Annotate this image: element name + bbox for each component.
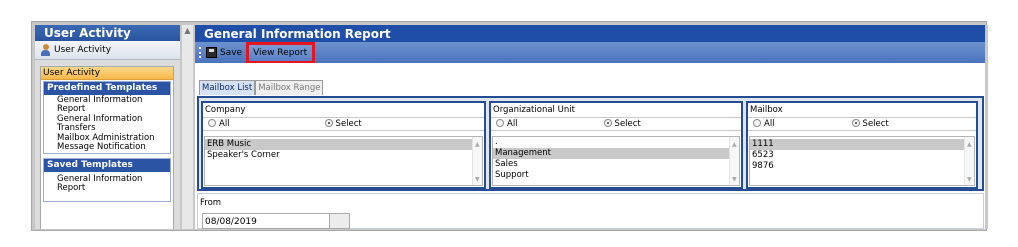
toolbar-grip-icon	[199, 47, 203, 58]
calendar-button[interactable]	[329, 213, 350, 229]
org-unit-box: Organizational Unit All Select . Managem…	[489, 101, 743, 189]
mailbox-radio-select-label: Select	[862, 119, 889, 129]
category-user-activity[interactable]: User Activity	[41, 67, 173, 80]
save-icon[interactable]	[206, 47, 217, 58]
mailbox-label: Mailbox	[750, 105, 783, 115]
toolbar: Save View Report	[195, 41, 985, 64]
tab-panel-mailbox-list: Company All Select ERB Music Speaker's C…	[197, 96, 984, 191]
user-activity-nav-label: User Activity	[54, 45, 112, 55]
radio-selected-icon[interactable]	[324, 119, 333, 127]
list-item[interactable]: ERB Music	[205, 139, 482, 150]
user-icon	[41, 44, 50, 56]
left-panel-title: User Activity	[35, 25, 180, 41]
company-box: Company All Select ERB Music Speaker's C…	[201, 101, 486, 189]
company-radio-all[interactable]: All	[208, 119, 230, 129]
scroll-down-icon[interactable]: ▼	[475, 176, 480, 183]
company-label: Company	[205, 105, 246, 115]
app-frame: User Activity User Activity User Activit…	[31, 21, 988, 231]
tab-mailbox-range[interactable]: Mailbox Range	[255, 80, 324, 95]
org-unit-list-scrollbar[interactable]: ▲ ▼	[729, 137, 739, 185]
save-button[interactable]: Save	[219, 48, 243, 58]
template-item[interactable]: General Information Report	[44, 95, 159, 114]
org-unit-radio-select[interactable]: Select	[603, 119, 641, 129]
list-item[interactable]: 9876	[750, 161, 974, 172]
mailbox-radio-all[interactable]: All	[753, 119, 775, 129]
list-item[interactable]: Sales	[493, 159, 739, 170]
org-unit-label: Organizational Unit	[493, 105, 575, 115]
company-list-scrollbar[interactable]: ▲ ▼	[472, 137, 482, 185]
template-tree: User Activity Predefined Templates Gener…	[40, 66, 174, 229]
scroll-down-icon[interactable]: ▼	[732, 176, 737, 183]
company-radio-all-label: All	[219, 119, 230, 129]
mailbox-radio-group: All Select	[748, 117, 976, 131]
list-item[interactable]: Speaker's Corner	[205, 150, 482, 161]
scroll-up-icon[interactable]: ▲	[475, 141, 480, 148]
org-unit-radio-all[interactable]: All	[496, 119, 518, 129]
company-listbox[interactable]: ERB Music Speaker's Corner ▲ ▼	[204, 136, 483, 186]
list-item[interactable]: 6523	[750, 150, 974, 161]
report-content: Mailbox List Mailbox Range Company All S…	[195, 63, 985, 229]
template-item[interactable]: General Information Transfers	[44, 114, 159, 133]
org-unit-radio-group: All Select	[491, 117, 741, 131]
list-item[interactable]: 1111	[750, 139, 974, 150]
mailbox-list-scrollbar[interactable]: ▲ ▼	[964, 137, 974, 185]
view-report-button[interactable]: View Report	[246, 41, 316, 64]
date-range-area: From 08/08/2019	[197, 193, 984, 229]
org-unit-radio-select-label: Select	[614, 119, 641, 129]
user-activity-nav[interactable]: User Activity	[35, 41, 180, 60]
list-item[interactable]: Management	[493, 148, 739, 159]
list-item[interactable]: .	[493, 137, 739, 148]
org-unit-radio-all-label: All	[507, 119, 518, 129]
mailbox-radio-all-label: All	[764, 119, 775, 129]
radio-icon[interactable]	[208, 119, 216, 127]
list-item[interactable]: Support	[493, 170, 739, 181]
tab-mailbox-list[interactable]: Mailbox List	[199, 80, 256, 95]
radio-selected-icon[interactable]	[851, 119, 860, 127]
radio-icon[interactable]	[753, 119, 761, 127]
scroll-up-icon[interactable]: ▲	[967, 141, 972, 148]
company-radio-select-label: Select	[335, 119, 362, 129]
left-panel: User Activity User Activity User Activit…	[35, 25, 180, 229]
from-label: From	[200, 198, 222, 208]
tab-bar: Mailbox List Mailbox Range	[199, 80, 324, 95]
scroll-down-icon[interactable]: ▼	[967, 176, 972, 183]
page-title: General Information Report	[195, 25, 985, 42]
collapse-up-icon[interactable]: ▲	[182, 25, 193, 37]
company-radio-select[interactable]: Select	[324, 119, 362, 129]
scroll-up-icon[interactable]: ▲	[732, 141, 737, 148]
right-border	[985, 25, 988, 229]
predefined-templates-header[interactable]: Predefined Templates	[44, 82, 170, 95]
radio-icon[interactable]	[496, 119, 504, 127]
org-unit-listbox[interactable]: . Management Sales Support ▲ ▼	[492, 136, 740, 186]
radio-selected-icon[interactable]	[603, 119, 612, 127]
predefined-templates-group: Predefined Templates General Information…	[43, 81, 171, 154]
mailbox-box: Mailbox All Select 1111 6523 9876 ▲ ▼	[746, 101, 978, 189]
template-item[interactable]: Mailbox Administration Message Notificat…	[44, 133, 159, 153]
saved-templates-group: Saved Templates General Information Repo…	[43, 158, 171, 202]
company-radio-group: All Select	[203, 117, 484, 131]
saved-template-item[interactable]: General Information Report	[44, 172, 154, 193]
main-panel: General Information Report Save View Rep…	[195, 25, 985, 229]
mailbox-radio-select[interactable]: Select	[851, 119, 889, 129]
from-date-input[interactable]: 08/08/2019	[202, 213, 330, 229]
panel-splitter[interactable]: ▲	[182, 25, 193, 229]
saved-templates-header[interactable]: Saved Templates	[44, 159, 170, 172]
mailbox-listbox[interactable]: 1111 6523 9876 ▲ ▼	[749, 136, 975, 186]
